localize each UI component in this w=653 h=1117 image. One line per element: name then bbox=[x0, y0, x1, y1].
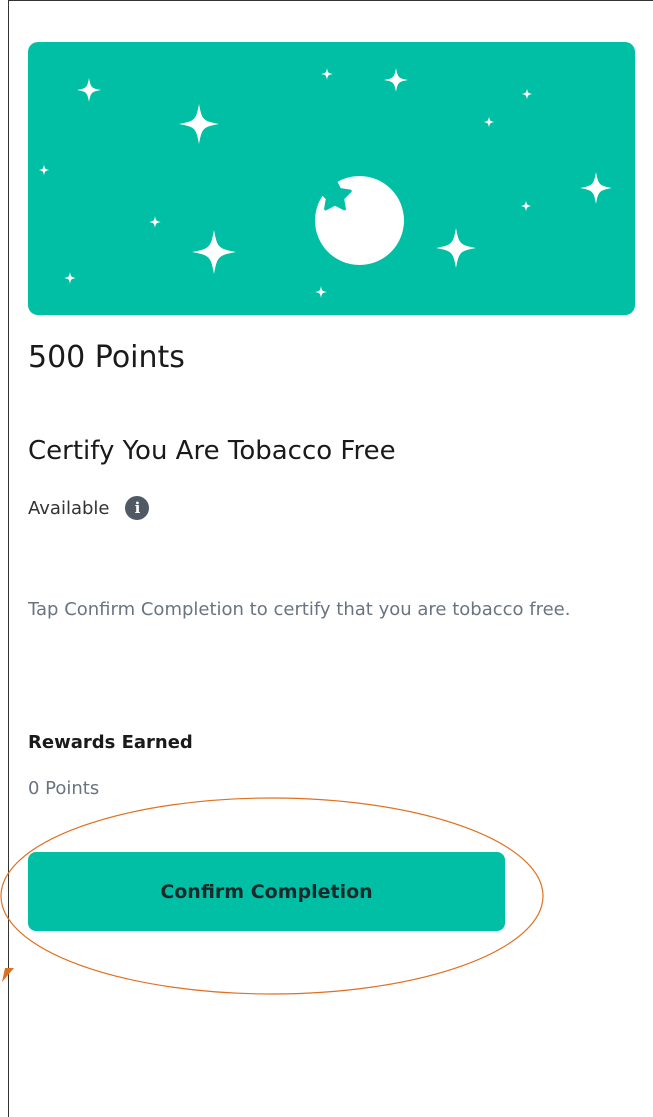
sparkle-icon bbox=[77, 78, 101, 102]
sparkle-icon bbox=[179, 104, 219, 144]
frame-left-border bbox=[8, 0, 9, 1117]
star-badge bbox=[315, 176, 404, 265]
sparkle-icon bbox=[315, 286, 327, 298]
sparkle-icon bbox=[483, 116, 495, 128]
rewards-earned-value: 0 Points bbox=[28, 778, 100, 799]
frame-top-border bbox=[8, 0, 653, 1]
sparkle-icon bbox=[64, 272, 76, 284]
reward-hero-banner bbox=[28, 42, 635, 315]
sparkle-icon bbox=[521, 88, 533, 100]
info-icon[interactable]: i bbox=[125, 496, 150, 520]
star-icon bbox=[318, 178, 352, 211]
sparkle-icon bbox=[192, 230, 236, 274]
sparkle-icon bbox=[149, 216, 161, 228]
confirm-completion-button[interactable]: Confirm Completion bbox=[28, 852, 505, 931]
sparkle-icon bbox=[384, 68, 408, 92]
sparkle-icon bbox=[38, 164, 50, 176]
sparkle-icon bbox=[436, 228, 476, 268]
status-row: Available i bbox=[28, 496, 150, 520]
task-title: Certify You Are Tobacco Free bbox=[28, 436, 396, 466]
task-description: Tap Confirm Completion to certify that y… bbox=[28, 599, 571, 620]
sparkle-icon bbox=[520, 200, 532, 212]
sparkle-icon bbox=[321, 68, 333, 80]
rewards-earned-label: Rewards Earned bbox=[28, 732, 193, 753]
sparkle-icon bbox=[580, 172, 612, 204]
status-label: Available bbox=[28, 497, 110, 519]
points-title: 500 Points bbox=[28, 340, 185, 375]
